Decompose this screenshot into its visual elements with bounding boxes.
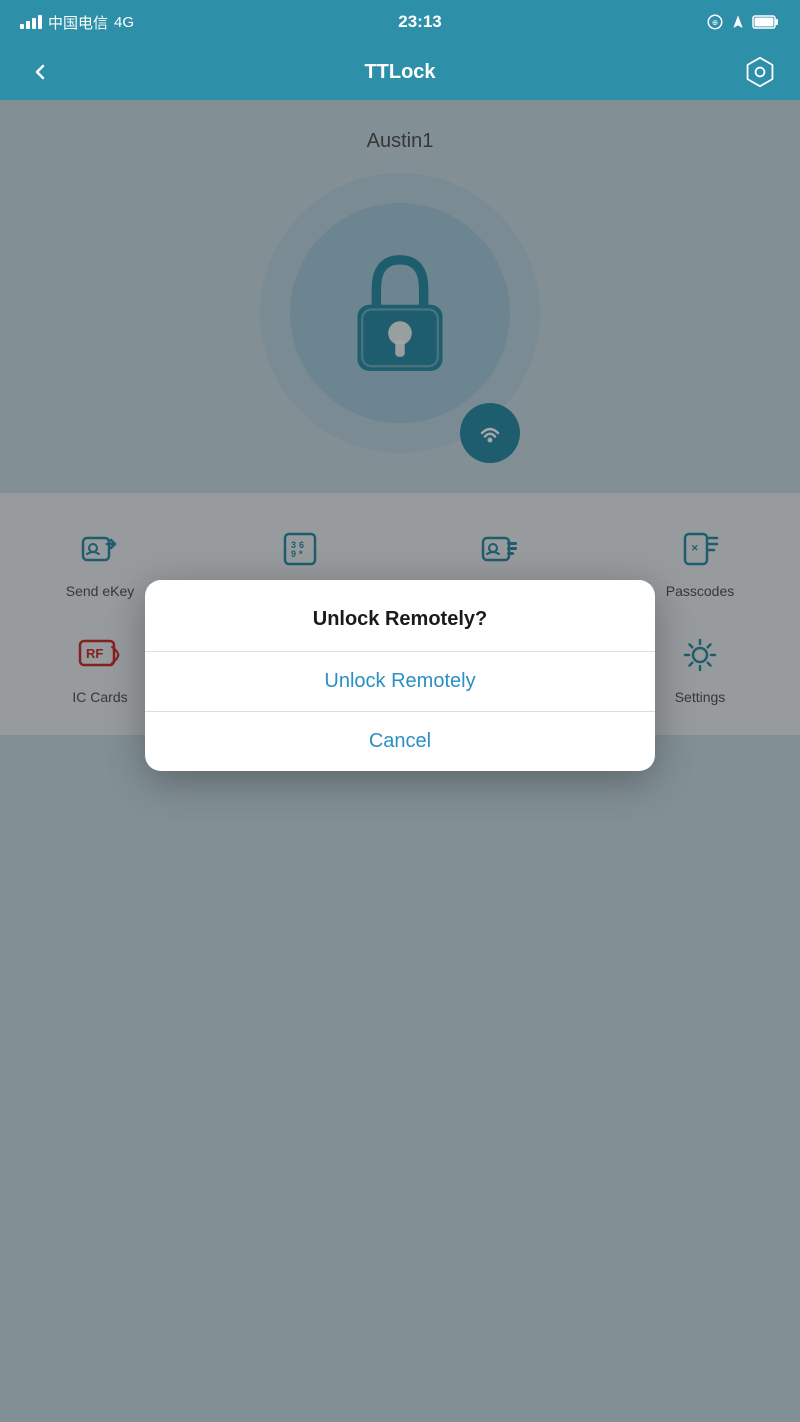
- back-button[interactable]: [20, 52, 60, 92]
- status-bar: 中国电信 4G 23:13 ⊕: [0, 0, 800, 44]
- dialog-title: Unlock Remotely?: [145, 580, 655, 651]
- signal-icon: [20, 15, 42, 29]
- status-left: 中国电信 4G: [20, 12, 134, 33]
- battery-icon: [752, 14, 780, 30]
- nav-bar: TTLock: [0, 44, 800, 100]
- status-time: 23:13: [398, 12, 441, 32]
- main-content: Austin1: [0, 100, 800, 1422]
- status-right: ⊕: [706, 13, 780, 31]
- lock-status-icon: ⊕: [706, 13, 724, 31]
- settings-icon-button[interactable]: [740, 52, 780, 92]
- unlock-dialog: Unlock Remotely? Unlock Remotely Cancel: [145, 580, 655, 771]
- network-label: 4G: [114, 14, 134, 31]
- carrier-label: 中国电信: [48, 12, 108, 33]
- location-icon: [730, 14, 746, 30]
- nav-title: TTLock: [364, 61, 435, 84]
- svg-text:⊕: ⊕: [712, 18, 718, 27]
- unlock-remotely-button[interactable]: Unlock Remotely: [145, 652, 655, 711]
- cancel-button[interactable]: Cancel: [145, 712, 655, 771]
